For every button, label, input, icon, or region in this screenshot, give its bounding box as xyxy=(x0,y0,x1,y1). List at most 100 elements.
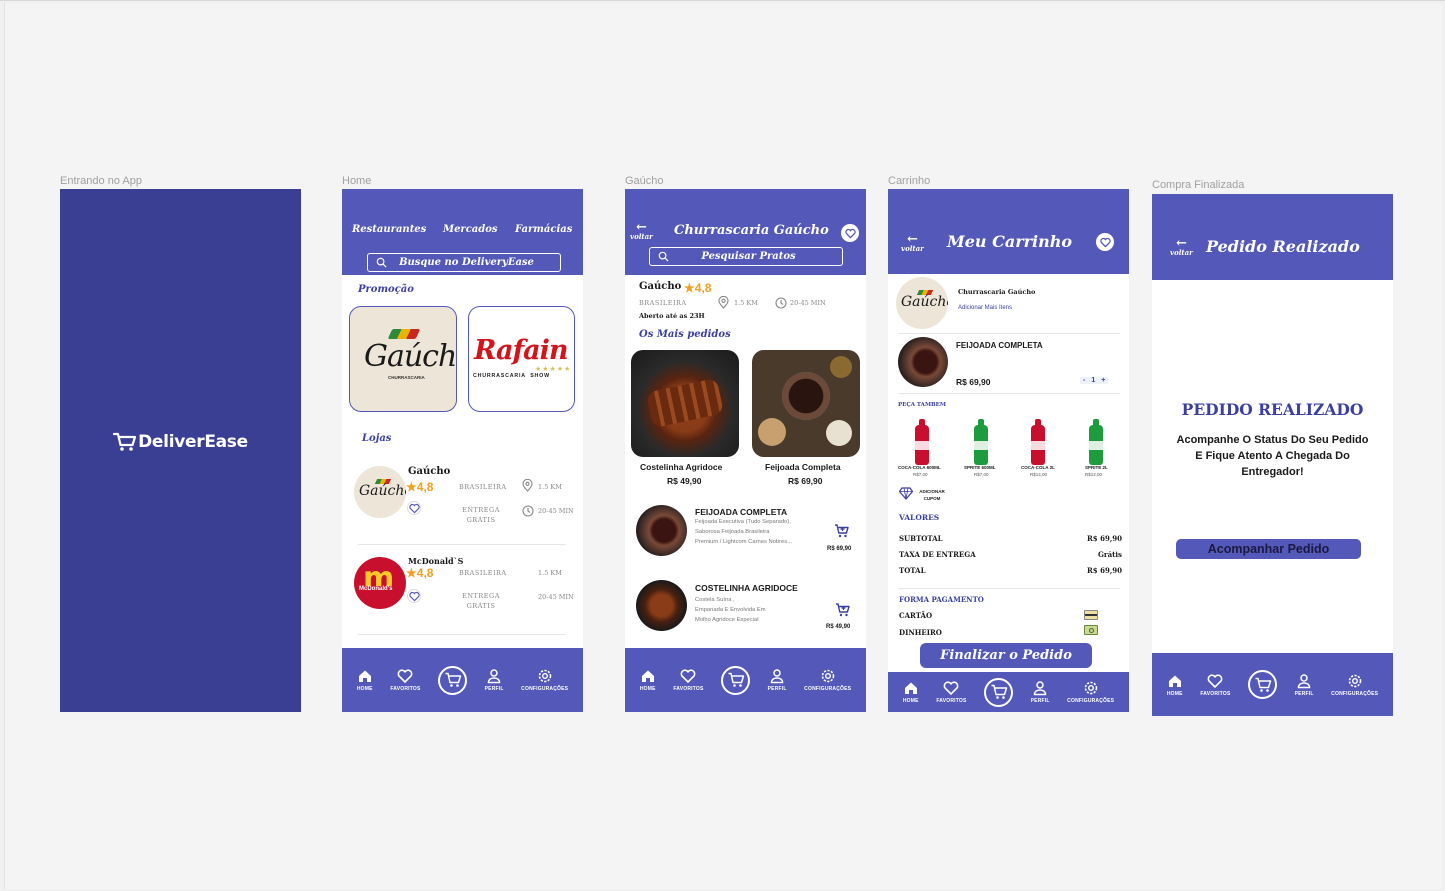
nav-profile[interactable]: PERFIL xyxy=(1295,673,1314,697)
nav-profile[interactable]: PERFIL xyxy=(768,668,787,692)
home-screen: Restaurantes Mercados Farmácias Busque n… xyxy=(342,189,583,712)
user-icon xyxy=(770,669,784,684)
favorite-button[interactable] xyxy=(1096,233,1114,251)
nav-home[interactable]: HOME xyxy=(357,668,373,692)
store-distance-gaucho: 1.5 KM xyxy=(538,483,562,491)
frame-label-store[interactable]: Gaúcho xyxy=(625,175,664,187)
track-order-button[interactable]: Acompanhar Pedido xyxy=(1176,539,1361,559)
bottom-nav: HOME FAVORITOS PERFIL CONFIGURAÇÕES xyxy=(888,672,1129,712)
nav-settings[interactable]: CONFIGURAÇÕES xyxy=(1331,673,1378,697)
category-markets[interactable]: Mercados xyxy=(443,224,498,235)
bottle-icon xyxy=(974,419,988,465)
frame-label-cart[interactable]: Carrinho xyxy=(888,175,930,187)
back-button[interactable]: ← voltar xyxy=(630,221,653,241)
nav-settings[interactable]: CONFIGURAÇÕES xyxy=(804,668,851,692)
nav-favorites[interactable]: FAVORITOS xyxy=(390,668,420,692)
add-coupon-label: ADICIONAR CUPOM xyxy=(919,489,945,501)
nav-home[interactable]: HOME xyxy=(1167,673,1183,697)
store-name: Gaúcho xyxy=(639,281,682,292)
cart-store-logo: Gaúcho xyxy=(896,277,948,329)
store-search-bar[interactable]: Pesquisar Pratos xyxy=(649,247,843,266)
add-to-cart-icon[interactable] xyxy=(834,523,850,539)
cart-title: Meu Carrinho xyxy=(947,232,1073,251)
location-icon xyxy=(522,479,533,492)
bottom-nav: HOME FAVORITOS PERFIL CONFIGURAÇÕES xyxy=(1152,653,1393,716)
nav-home[interactable]: HOME xyxy=(640,668,656,692)
user-icon xyxy=(487,669,501,684)
design-canvas: Entrando no App DeliverEase Home Restaur… xyxy=(0,0,1445,891)
add-more-items-link[interactable]: Adicionar Mais Itens xyxy=(958,305,1012,311)
favorite-button[interactable] xyxy=(407,501,421,515)
nav-cart[interactable] xyxy=(1248,670,1278,699)
nav-profile[interactable]: PERFIL xyxy=(485,668,504,692)
total-value: R$ 69,90 xyxy=(1086,566,1122,575)
store-time-gaucho: 20-45 MIN xyxy=(538,507,574,515)
delivery-fee-label: TAXA DE ENTREGA xyxy=(899,550,976,559)
back-button[interactable]: ← voltar xyxy=(1170,237,1193,257)
star-icon: ★ xyxy=(406,480,417,494)
home-icon xyxy=(641,670,654,682)
favorite-button[interactable] xyxy=(841,224,859,242)
nav-cart[interactable] xyxy=(984,677,1014,707)
nav-home[interactable]: HOME xyxy=(903,680,919,704)
store-search-text: Pesquisar Pratos xyxy=(701,251,796,262)
popular-title: Os Mais pedidos xyxy=(639,329,731,340)
menu-name-costelinha: COSTELINHA AGRIDOCE xyxy=(695,583,798,593)
quantity-stepper[interactable]: - 1 + xyxy=(1080,377,1109,384)
store-screen: ← voltar Churrascaria Gaúcho Pesquisar Pr… xyxy=(625,189,866,712)
rafain-stars-icon: ★★★★★ xyxy=(535,366,572,373)
popular-image-costelinha[interactable] xyxy=(631,350,739,457)
heart-icon xyxy=(1099,237,1111,248)
popular-price-feijoada: R$ 69,90 xyxy=(788,476,823,486)
finalize-order-button[interactable]: Finalizar o Pedido xyxy=(920,643,1092,668)
nav-cart[interactable] xyxy=(721,665,751,695)
bottle-icon xyxy=(1031,419,1045,465)
drink-price: R$7,00 xyxy=(913,472,928,477)
home-search-bar[interactable]: Busque no DeliveryEase xyxy=(367,253,561,272)
frame-label-done[interactable]: Compra Finalizada xyxy=(1152,179,1244,191)
payment-card-option[interactable]: CARTÃO xyxy=(899,611,932,620)
promo-card-rafain[interactable]: Rafain ★★★★★ CHURRASCARIA SHOW xyxy=(468,306,575,412)
nav-settings[interactable]: CONFIGURAÇÕES xyxy=(1067,680,1114,704)
heart-icon xyxy=(681,669,696,684)
menu-name-feijoada: FEIJOADA COMPLETA xyxy=(695,507,788,517)
promo-card-gaucho[interactable]: Gaúcho CHURRASCARIA xyxy=(349,306,457,412)
nav-favorites[interactable]: FAVORITOS xyxy=(1200,673,1230,697)
done-message: Acompanhe O Status Do Seu Pedido E Fique… xyxy=(1176,434,1369,478)
cart-store-logo-text: Gaúcho xyxy=(901,294,948,310)
cart-icon xyxy=(1255,677,1271,692)
favorite-button[interactable] xyxy=(407,589,421,603)
divider xyxy=(898,393,1120,394)
popular-image-feijoada[interactable] xyxy=(752,350,860,457)
qty-plus-button[interactable]: + xyxy=(1101,377,1105,384)
frame-label-splash[interactable]: Entrando no App xyxy=(60,175,142,187)
side-dish xyxy=(758,418,786,446)
store-divider xyxy=(358,544,566,545)
menu-price-costelinha: R$ 49,90 xyxy=(826,624,851,630)
promo-gaucho-logo: Gaúcho xyxy=(364,339,457,374)
drink-price: R$7,00 xyxy=(974,472,989,477)
nav-favorites[interactable]: FAVORITOS xyxy=(673,668,703,692)
menu-desc-line: Saborosa Feijoada Brasileira xyxy=(695,529,770,535)
subtotal-label: SUBTOTAL xyxy=(899,534,943,543)
category-pharmacies[interactable]: Farmácias xyxy=(515,224,572,235)
qty-minus-button[interactable]: - xyxy=(1083,377,1085,384)
add-to-cart-icon[interactable] xyxy=(835,602,851,618)
nav-favorites[interactable]: FAVORITOS xyxy=(936,680,966,704)
back-button[interactable]: ← voltar xyxy=(901,233,924,253)
nav-settings[interactable]: CONFIGURAÇÕES xyxy=(521,668,568,692)
drink-name: SPRITE 600ML xyxy=(964,465,996,470)
cart-header: ← voltar Meu Carrinho xyxy=(888,189,1129,274)
nav-cart[interactable] xyxy=(438,665,468,695)
heart-icon xyxy=(944,681,959,696)
store-distance-mcdonalds: 1.5 KM xyxy=(538,569,562,577)
delivery-fee-value: Grátis xyxy=(1097,550,1122,559)
divider xyxy=(898,588,1120,589)
cart-item-price: R$ 69,90 xyxy=(956,377,991,387)
store-time: 20-45 MIN xyxy=(790,299,826,307)
promo-title: Promoção xyxy=(358,284,414,295)
category-restaurants[interactable]: Restaurantes xyxy=(352,224,426,235)
frame-label-home[interactable]: Home xyxy=(342,175,371,187)
nav-profile[interactable]: PERFIL xyxy=(1031,680,1050,704)
payment-cash-option[interactable]: DINHEIRO xyxy=(899,628,942,637)
